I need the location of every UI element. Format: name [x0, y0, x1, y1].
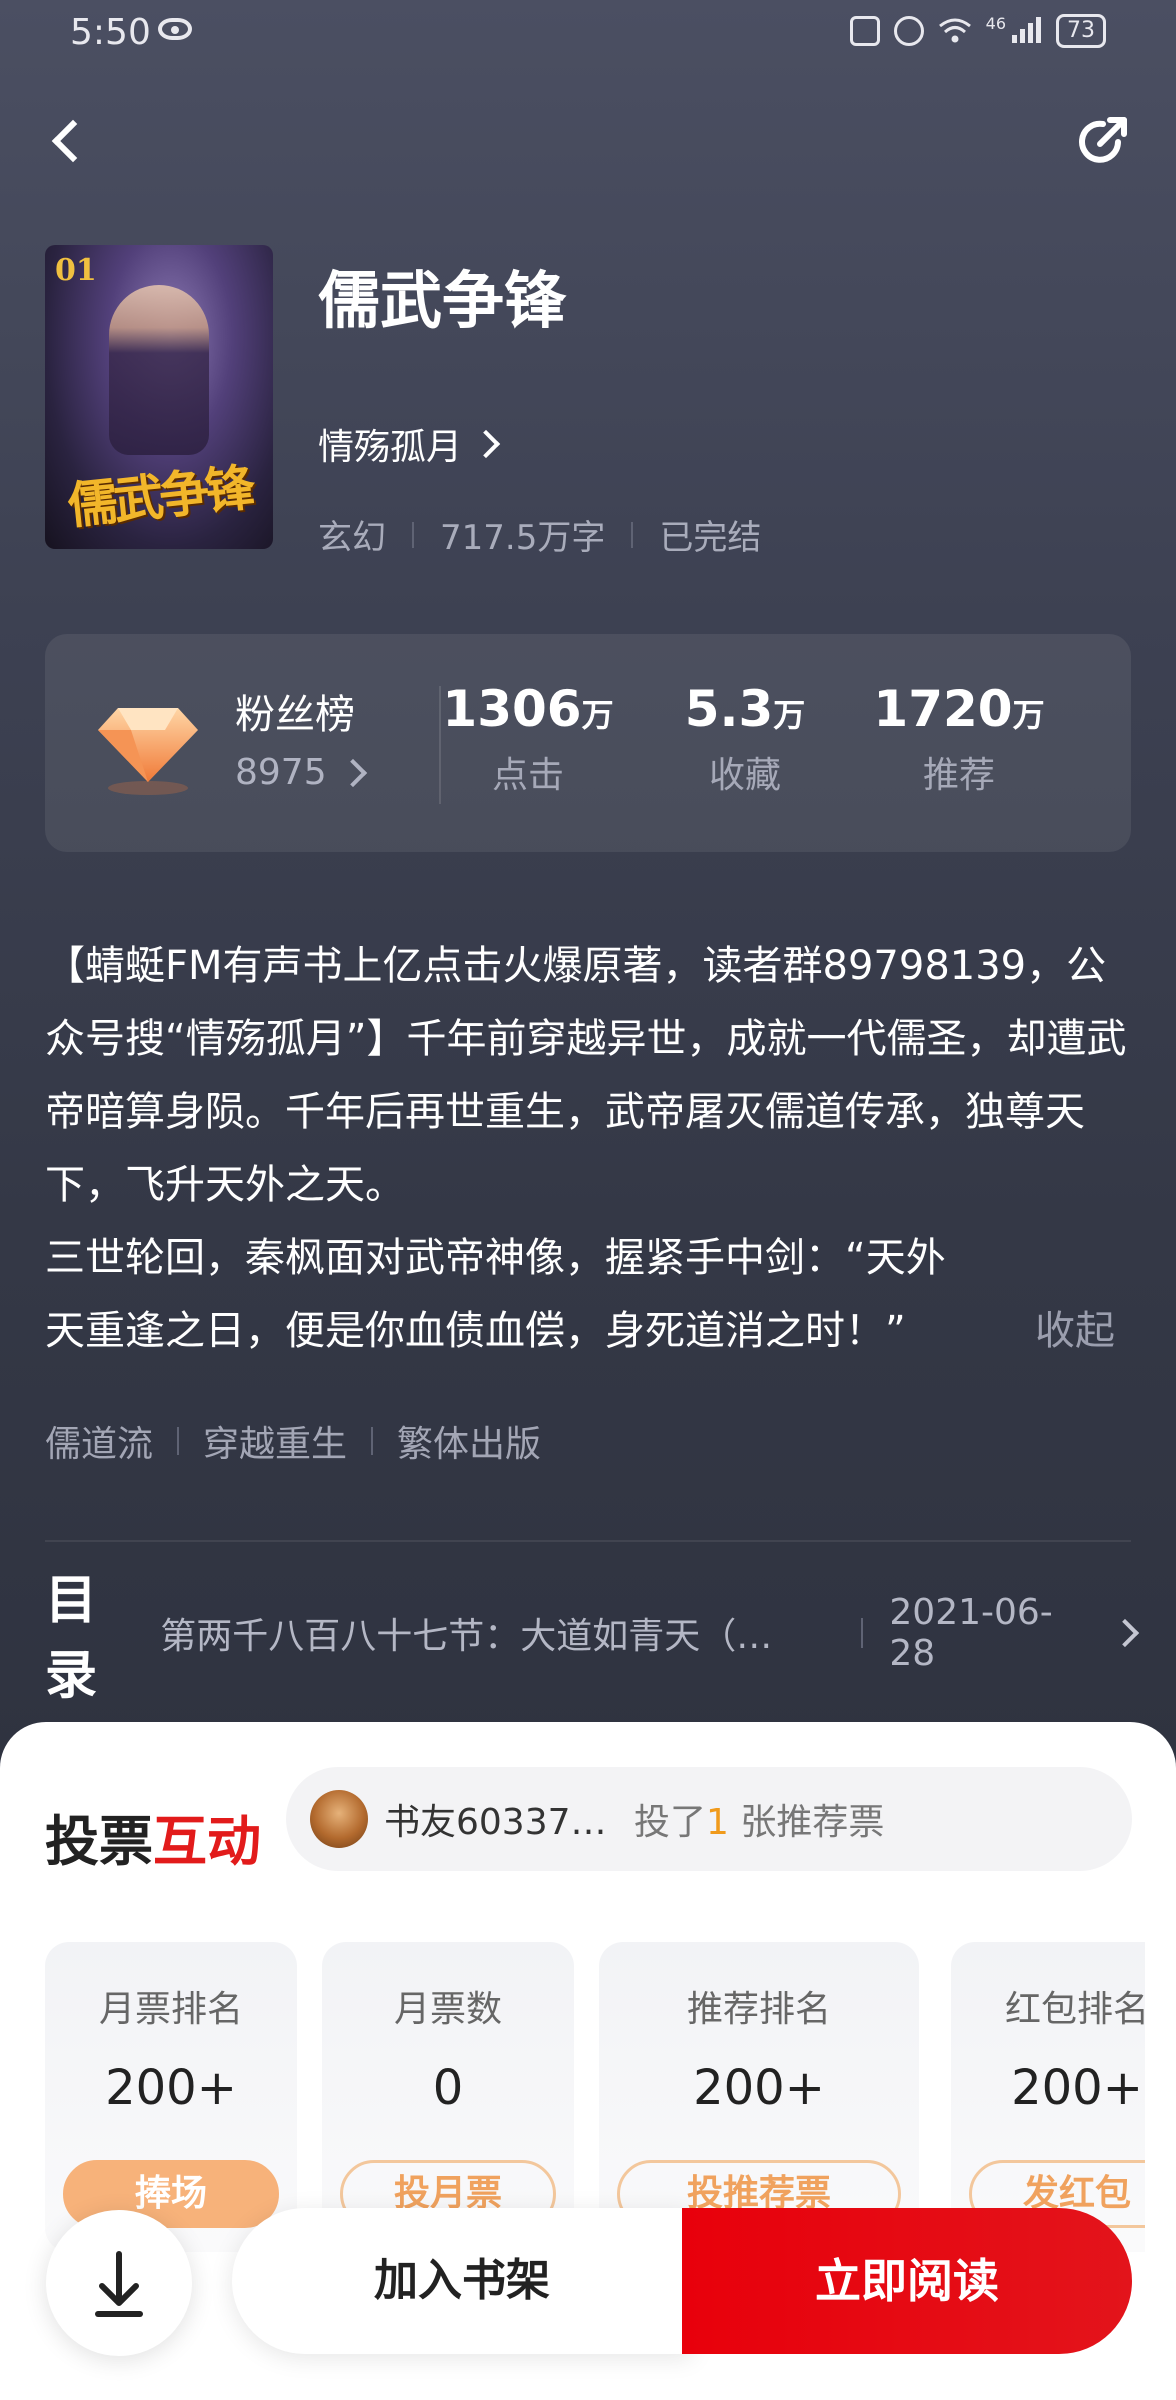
book-meta: 玄幻 717.5万字 已完结	[318, 510, 761, 559]
stat-unit: 万	[773, 696, 806, 734]
divider	[177, 1427, 180, 1455]
stat-label: 推荐	[922, 755, 995, 796]
author-name: 情殇孤月	[318, 427, 463, 468]
stat-label: 点击	[491, 755, 564, 796]
stats-card: 粉丝榜 8975 1306万 点击 5.3万 收藏 1720万 推荐	[45, 634, 1131, 852]
nfc-icon	[849, 16, 880, 46]
latest-chapter: 第两千八百八十七节：大道如青天（…	[160, 1616, 773, 1657]
add-to-shelf-button[interactable]: 加入书架	[232, 2208, 692, 2354]
book-description: 【蜻蜓FM有声书上亿点击火爆原著，读者群89798139，公众号搜“情殇孤月”】…	[45, 930, 1135, 1368]
completion-status: 已完结	[659, 518, 762, 558]
divider	[631, 521, 634, 548]
eye-icon	[158, 18, 192, 40]
divider	[371, 1427, 374, 1455]
download-icon	[95, 2251, 143, 2317]
download-button[interactable]	[46, 2210, 192, 2356]
network-type: 46	[985, 14, 1006, 33]
update-date: 2021-06-28	[889, 1592, 1053, 1674]
tag[interactable]: 繁体出版	[397, 1415, 541, 1467]
chevron-right-icon	[338, 758, 367, 787]
book-title: 儒武争锋	[318, 264, 567, 337]
stat-label: 收藏	[708, 755, 781, 796]
card-value: 200+	[105, 2060, 237, 2116]
stat-recommend: 1720万 推荐	[859, 680, 1059, 798]
tag[interactable]: 儒道流	[45, 1415, 153, 1467]
table-of-contents-row[interactable]: 目录 第两千八百八十七节：大道如青天（… 2021-06-28	[45, 1570, 1140, 1706]
stat-clicks: 1306万 点击	[428, 680, 628, 798]
cover-character-art	[109, 285, 209, 455]
cover-title: 儒武争锋	[64, 457, 254, 536]
tag-list: 儒道流 穿越重生 繁体出版	[45, 1415, 541, 1467]
divider	[412, 521, 414, 548]
fans-rank-link[interactable]: 8975	[235, 752, 367, 793]
card-label: 月票数	[393, 1989, 502, 2030]
diamond-icon	[98, 708, 198, 795]
ticker-post: 张推荐票	[740, 1802, 885, 1843]
stat-favorites: 5.3万 收藏	[645, 680, 845, 798]
stat-value: 5.3	[684, 680, 774, 738]
genre: 玄幻	[318, 518, 386, 558]
chevron-right-icon	[471, 429, 501, 459]
fans-rank-value: 8975	[235, 752, 327, 793]
description-paragraph: 【蜻蜓FM有声书上亿点击火爆原著，读者群89798139，公众号搜“情殇孤月”】…	[45, 943, 1127, 1208]
divider	[45, 1540, 1131, 1542]
status-time: 5:50	[70, 12, 151, 53]
card-value: 0	[432, 2060, 464, 2116]
back-button[interactable]	[40, 112, 94, 166]
description-paragraph: 三世轮回，秦枫面对武帝神像，握紧手中剑：“天外天重逢之日，便是你血债血偿，身死道…	[45, 1235, 946, 1354]
wifi-icon	[938, 18, 971, 43]
word-count: 717.5万字	[440, 518, 606, 558]
toc-label: 目录	[45, 1570, 98, 1706]
card-label: 推荐排名	[686, 1989, 831, 2030]
card-label: 红包排名	[1004, 1989, 1145, 2030]
tag[interactable]: 穿越重生	[203, 1415, 347, 1467]
share-button[interactable]	[1074, 112, 1132, 170]
author-link[interactable]: 情殇孤月	[318, 418, 501, 470]
vote-title-part: 投票	[45, 1809, 153, 1873]
signal-icon	[1012, 17, 1041, 43]
status-bar: 5:50 46 73	[0, 0, 1176, 70]
stat-unit: 万	[581, 696, 614, 734]
stat-value: 1306	[442, 680, 582, 738]
chevron-right-icon	[1110, 1618, 1140, 1648]
bottom-action-bar: 加入书架 立即阅读	[0, 2178, 1176, 2400]
battery-indicator: 73	[1056, 14, 1106, 48]
card-label: 月票排名	[98, 1989, 243, 2030]
collapse-button[interactable]: 收起	[1035, 1295, 1115, 1368]
vote-section-title: 投票互动	[45, 1797, 261, 1876]
divider	[861, 1618, 864, 1648]
card-value: 200+	[1011, 2060, 1143, 2116]
ticker-username: 书友60337…	[384, 1802, 607, 1843]
book-cover[interactable]: 01 儒武争锋	[45, 245, 273, 549]
stat-value: 1720	[873, 680, 1013, 738]
avatar	[310, 1790, 368, 1848]
ticker-count: 1	[706, 1802, 729, 1843]
card-value: 200+	[693, 2060, 825, 2116]
vote-title-highlight: 互动	[153, 1809, 261, 1873]
cover-volume: 01	[55, 253, 97, 288]
fans-rank-label: 粉丝榜	[235, 692, 355, 738]
stat-unit: 万	[1012, 696, 1045, 734]
alarm-icon	[893, 16, 924, 46]
ticker-action: 投了1 张推荐票	[634, 1793, 884, 1845]
vote-ticker: 书友60337… 投了1 张推荐票	[286, 1767, 1132, 1871]
read-now-button[interactable]: 立即阅读	[682, 2208, 1132, 2354]
ticker-pre: 投了	[634, 1802, 707, 1843]
